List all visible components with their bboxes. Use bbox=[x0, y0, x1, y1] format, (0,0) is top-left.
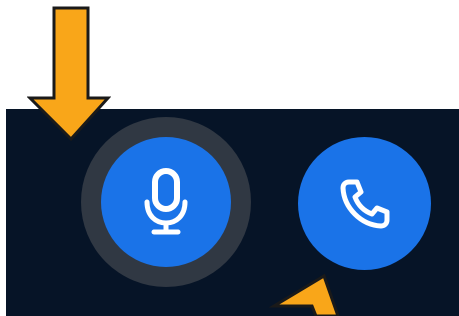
microphone-button[interactable] bbox=[101, 137, 231, 267]
microphone-icon bbox=[143, 168, 189, 236]
phone-icon bbox=[339, 178, 391, 230]
stage bbox=[0, 0, 459, 316]
call-button[interactable] bbox=[298, 137, 431, 270]
